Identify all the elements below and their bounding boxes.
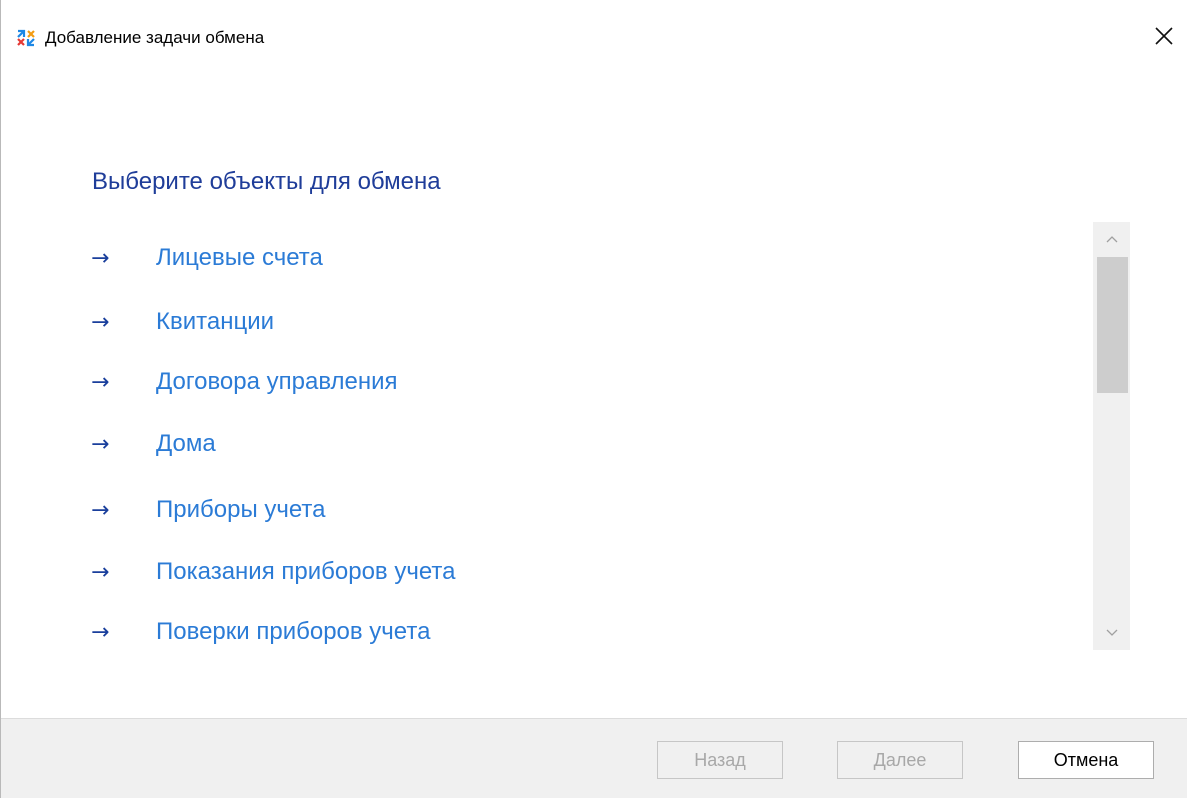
list-item-management-contracts[interactable]: → Договора управления	[81, 362, 398, 402]
list-item-label: Приборы учета	[156, 496, 326, 523]
list-item-receipts[interactable]: → Квитанции	[81, 302, 274, 342]
close-button[interactable]	[1141, 14, 1187, 58]
list-item-houses[interactable]: → Дома	[81, 424, 216, 464]
page-heading: Выберите объекты для обмена	[92, 168, 441, 195]
back-button[interactable]: Назад	[657, 741, 783, 779]
next-button[interactable]: Далее	[837, 741, 963, 779]
dialog-window: Добавление задачи обмена Выберите объект…	[0, 0, 1187, 798]
arrow-right-icon: →	[91, 619, 110, 645]
close-icon	[1155, 27, 1173, 45]
exchange-app-icon	[16, 28, 36, 48]
scroll-up-button[interactable]	[1093, 222, 1130, 256]
title-bar: Добавление задачи обмена	[1, 0, 1187, 78]
list-item-label: Дома	[156, 430, 216, 457]
scroll-down-button[interactable]	[1093, 616, 1130, 650]
list-item-meters[interactable]: → Приборы учета	[81, 490, 326, 530]
footer-bar: Назад Далее Отмена	[1, 718, 1187, 798]
arrow-right-icon: →	[91, 497, 110, 523]
chevron-up-icon	[1106, 236, 1117, 243]
vertical-scrollbar[interactable]	[1093, 222, 1130, 650]
cancel-button[interactable]: Отмена	[1018, 741, 1154, 779]
arrow-right-icon: →	[91, 431, 110, 457]
object-list: → Лицевые счета → Квитанции → Договора у…	[81, 224, 1081, 648]
arrow-right-icon: →	[91, 369, 110, 395]
list-item-label: Квитанции	[156, 308, 275, 335]
list-item-personal-accounts[interactable]: → Лицевые счета	[81, 238, 323, 278]
chevron-down-icon	[1106, 629, 1117, 636]
content-area: Выберите объекты для обмена → Лицевые сч…	[1, 78, 1187, 718]
arrow-right-icon: →	[91, 559, 110, 585]
list-item-label: Показания приборов учета	[156, 558, 456, 585]
list-item-label: Договора управления	[156, 368, 398, 395]
arrow-right-icon: →	[91, 245, 110, 271]
window-title: Добавление задачи обмена	[45, 28, 265, 47]
arrow-right-icon: →	[91, 309, 110, 335]
list-item-label: Лицевые счета	[156, 244, 323, 271]
list-item-meter-readings[interactable]: → Показания приборов учета	[81, 552, 455, 592]
scroll-thumb[interactable]	[1097, 257, 1128, 393]
list-item-label: Поверки приборов учета	[156, 618, 431, 645]
list-item-meter-verifications[interactable]: → Поверки приборов учета	[81, 612, 430, 648]
